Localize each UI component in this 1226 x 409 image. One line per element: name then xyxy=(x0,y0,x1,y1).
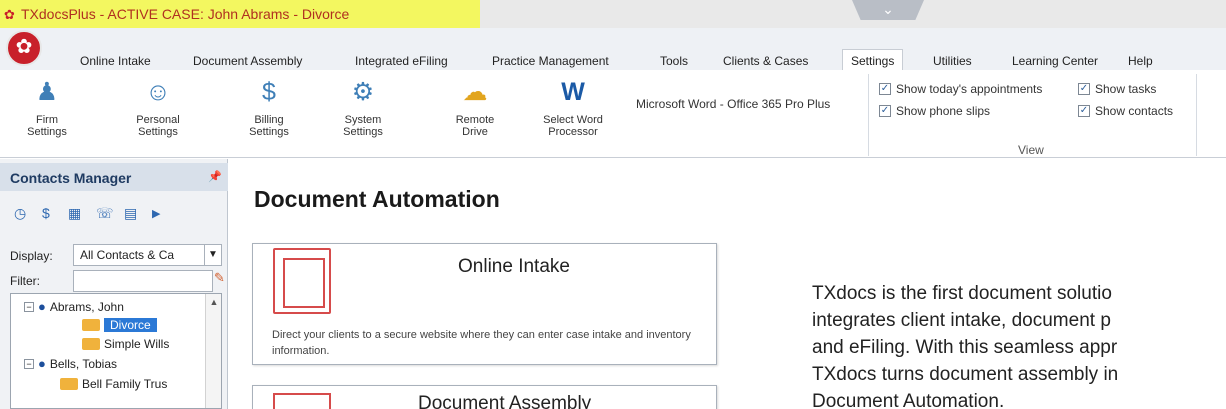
tree-node-label: Bell Family Trus xyxy=(82,377,168,391)
tab-practice-management[interactable]: Practice Management xyxy=(492,54,609,68)
firm-settings-label: Firm Settings xyxy=(27,114,67,138)
checkbox-check-icon: ✓ xyxy=(1078,105,1090,117)
clear-filter-icon[interactable]: ✎ xyxy=(214,270,225,286)
show-phone-slips-label: Show phone slips xyxy=(896,104,991,118)
tab-document-assembly[interactable]: Document Assembly xyxy=(193,54,302,68)
show-tasks-checkbox[interactable]: ✓ Show tasks xyxy=(1078,82,1156,96)
tree-node-label: Bells, Tobias xyxy=(49,356,118,371)
tree-node-label: Abrams, John xyxy=(49,299,124,314)
show-phone-slips-checkbox[interactable]: ✓ Show phone slips xyxy=(879,104,990,118)
description-line: TXdocs is the first document solutio xyxy=(812,283,1112,304)
person-icon: ● xyxy=(38,356,46,371)
case-folder-icon xyxy=(82,338,100,350)
tab-tools[interactable]: Tools xyxy=(660,54,688,68)
tree-scrollbar[interactable]: ▲ xyxy=(205,294,221,408)
quick-access-chevron-icon[interactable]: ⌄ xyxy=(852,0,924,20)
filter-input[interactable] xyxy=(73,270,213,292)
tree-node-case[interactable]: Bell Family Trus xyxy=(60,377,167,391)
personal-settings-button[interactable]: ☺ Personal Settings xyxy=(125,76,191,138)
collapse-icon[interactable]: − xyxy=(24,358,34,369)
system-settings-button[interactable]: ⚙ System Settings xyxy=(330,76,396,138)
tab-settings[interactable]: Settings xyxy=(842,49,904,71)
description-line: TXdocs turns document assembly in xyxy=(812,364,1119,385)
checkbox-check-icon: ✓ xyxy=(879,105,891,117)
tree-node-label: Divorce xyxy=(104,318,157,332)
tree-node-case[interactable]: Simple Wills xyxy=(82,337,169,351)
show-appointments-label: Show today's appointments xyxy=(896,82,1043,96)
ribbon-separator xyxy=(868,74,869,156)
description-line: Document Automation. xyxy=(812,391,1005,409)
billing-settings-label: Billing Settings xyxy=(249,114,289,138)
billing-icon[interactable]: $ xyxy=(42,205,50,221)
system-settings-label: System Settings xyxy=(343,114,383,138)
system-settings-icon: ⚙ xyxy=(351,78,375,106)
filter-label: Filter: xyxy=(10,274,40,288)
remote-drive-button[interactable]: ☁ Remote Drive xyxy=(442,76,508,138)
online-intake-icon xyxy=(273,248,331,314)
calendar-icon[interactable]: ▦ xyxy=(68,205,81,222)
scroll-up-icon[interactable]: ▲ xyxy=(206,294,222,310)
tree-node-label: Simple Wills xyxy=(104,337,170,351)
show-contacts-checkbox[interactable]: ✓ Show contacts xyxy=(1078,104,1173,118)
personal-settings-label: Personal Settings xyxy=(136,114,180,138)
select-word-processor-button[interactable]: W Select Word Processor xyxy=(540,76,606,138)
tab-learning-center[interactable]: Learning Center xyxy=(1012,54,1098,68)
tab-integrated-efiling[interactable]: Integrated eFiling xyxy=(355,54,448,68)
tree-node-case[interactable]: Divorce xyxy=(82,318,157,332)
firm-settings-icon: ♟ xyxy=(35,78,59,106)
window-title: ✿ TXdocsPlus - ACTIVE CASE: John Abrams … xyxy=(4,6,349,22)
display-label: Display: xyxy=(10,249,53,263)
word-version-text: Microsoft Word - Office 365 Pro Plus xyxy=(636,97,831,111)
play-icon[interactable]: ▶ xyxy=(152,207,160,220)
tab-online-intake[interactable]: Online Intake xyxy=(80,54,151,68)
collapse-icon[interactable]: − xyxy=(24,301,34,312)
phone-icon[interactable]: ☏ xyxy=(96,205,114,222)
display-select[interactable]: All Contacts & Ca xyxy=(73,244,222,266)
checkbox-check-icon: ✓ xyxy=(1078,83,1090,95)
document-assembly-icon xyxy=(273,393,331,409)
tab-clients-cases[interactable]: Clients & Cases xyxy=(723,54,808,68)
show-tasks-label: Show tasks xyxy=(1095,82,1157,96)
description-line: and eFiling. With this seamless appr xyxy=(812,337,1118,358)
remote-drive-icon: ☁ xyxy=(462,78,488,106)
description-line: integrates client intake, document p xyxy=(812,310,1111,331)
select-word-processor-label: Select Word Processor xyxy=(543,114,603,138)
view-group-label: View xyxy=(1018,143,1044,157)
checkbox-check-icon: ✓ xyxy=(879,83,891,95)
app-menu-button[interactable]: ✿ xyxy=(6,30,42,66)
description-text: TXdocs is the first document solutio int… xyxy=(812,280,1118,409)
firm-settings-button[interactable]: ♟ Firm Settings xyxy=(14,76,80,138)
remote-drive-label: Remote Drive xyxy=(455,114,495,138)
case-folder-icon xyxy=(60,378,78,390)
pin-icon[interactable]: 📌 xyxy=(208,170,222,183)
case-folder-icon xyxy=(82,319,100,331)
show-contacts-label: Show contacts xyxy=(1095,104,1174,118)
document-assembly-title: Document Assembly xyxy=(418,393,592,409)
tree-node-person[interactable]: − ● Abrams, John xyxy=(24,299,124,314)
chevron-down-icon[interactable]: ▼ xyxy=(204,245,221,265)
history-icon[interactable]: ◷ xyxy=(14,205,26,222)
page-title: Document Automation xyxy=(254,186,500,212)
ribbon-separator xyxy=(1196,74,1197,156)
tab-help[interactable]: Help xyxy=(1128,54,1153,68)
tab-utilities[interactable]: Utilities xyxy=(933,54,972,68)
online-intake-title: Online Intake xyxy=(458,256,570,277)
personal-settings-icon: ☺ xyxy=(145,78,171,106)
show-appointments-checkbox[interactable]: ✓ Show today's appointments xyxy=(879,82,1042,96)
txdocs-logo-icon: ✿ xyxy=(4,6,15,22)
billing-settings-button[interactable]: $ Billing Settings xyxy=(236,76,302,138)
tree-node-person[interactable]: − ● Bells, Tobias xyxy=(24,356,117,371)
word-icon: W xyxy=(561,78,585,106)
person-icon: ● xyxy=(38,299,46,314)
contacts-manager-title: Contacts Manager xyxy=(10,170,132,186)
notes-icon[interactable]: ▤ xyxy=(124,205,137,222)
online-intake-description: Direct your clients to a secure website … xyxy=(272,329,691,357)
window-title-text: TXdocsPlus - ACTIVE CASE: John Abrams - … xyxy=(21,6,350,22)
billing-settings-icon: $ xyxy=(262,78,276,106)
